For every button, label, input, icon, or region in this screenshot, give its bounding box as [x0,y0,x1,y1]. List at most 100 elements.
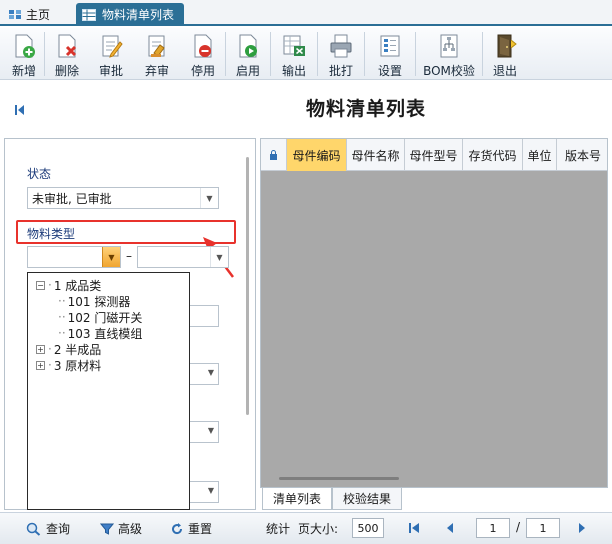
tree-node-label: 1 成品类 [53,278,102,293]
tab-home[interactable]: 主页 [8,4,50,24]
tree-connector: ·· [58,310,66,324]
reset-icon [172,522,183,534]
column-header-version[interactable]: 版本号 [557,139,607,171]
material-type-from-select[interactable]: ▼ [27,246,121,268]
previous-page-icon[interactable] [444,522,456,534]
column-header-parent-model[interactable]: 母件型号 [405,139,463,171]
tree-connector: ·· [58,326,66,340]
batch-print-button-label: 批打 [328,64,353,78]
chevron-down-icon[interactable]: ▼ [208,486,214,495]
bom-grid: 母件编码 母件名称 母件型号 存货代码 单位 版本号 [260,138,608,488]
advanced-button[interactable]: 高级 [100,520,142,537]
tree-node-102[interactable]: ·· 102 门磁开关 [58,309,142,325]
unapprove-button[interactable]: 弃审 [133,28,181,80]
stats-label: 统计 [266,522,291,536]
chevron-down-icon[interactable]: ▼ [208,368,214,377]
bom-check-icon [440,34,458,58]
current-page-input[interactable]: 1 [476,518,510,538]
expand-icon[interactable]: + [36,360,45,370]
tree-node-103[interactable]: ·· 103 直线模组 [58,325,142,341]
column-header-unit[interactable]: 单位 [523,139,557,171]
tree-connector: · [48,342,52,356]
tree-node-label: 103 直线模组 [67,326,143,341]
add-doc-icon [15,34,35,58]
next-page-icon[interactable] [576,522,588,534]
approve-icon [102,35,123,58]
delete-button[interactable]: 删除 [45,28,89,80]
tree-node-label: 2 半成品 [53,342,102,357]
settings-button[interactable]: 设置 [365,28,415,80]
filter-panel: 状态 未审批, 已审批 ▼ 物料类型 ▼ – ▼ ▼ ▼ ▼ − · 1 成品类… [4,138,256,510]
reset-button[interactable]: 重置 [170,520,212,537]
advanced-button-label: 高级 [118,522,143,536]
lock-column-header[interactable] [261,139,287,171]
page-size-input[interactable]: 500 [352,518,384,538]
total-pages-field: 1 [526,518,560,538]
column-header-inventory-code[interactable]: 存货代码 [463,139,523,171]
batch-print-button[interactable]: 批打 [318,28,364,80]
subtab-check-results[interactable]: 校验结果 [332,488,403,510]
chevron-down-icon[interactable]: ▼ [102,247,120,267]
grid-horizontal-scrollbar[interactable] [279,477,399,480]
disable-button-label: 停用 [190,64,215,78]
tree-connector: ·· [58,294,66,308]
status-select[interactable]: 未审批, 已审批 ▼ [27,187,219,209]
page-separator: / [516,520,521,534]
home-icon [9,10,21,19]
hidden-field[interactable] [185,305,219,327]
exit-icon [497,34,517,58]
tab-bar: 主页 物料清单列表 [0,0,612,26]
tree-node-101[interactable]: ·· 101 探测器 [58,293,130,309]
subtab-list[interactable]: 清单列表 [262,488,333,510]
grid-icon [82,8,96,21]
first-page-icon[interactable] [408,522,420,534]
add-button[interactable]: 新增 [4,28,44,80]
disable-button[interactable]: 停用 [181,28,225,80]
page-title: 物料清单列表 [305,98,426,120]
chevron-down-icon[interactable]: ▼ [208,426,214,435]
range-separator: – [126,249,132,263]
hidden-select[interactable]: ▼ [185,421,219,443]
unapprove-icon [148,35,165,57]
tab-home-label: 主页 [26,7,51,22]
query-button-label: 查询 [46,522,71,536]
title-row: 物料清单列表 [0,82,612,134]
toolbar: 新增 删除 审批 弃审 停用 启用 输出 批打 设置 BOM校验 退出 [0,28,612,80]
tree-node-label: 102 门磁开关 [67,310,143,325]
delete-doc-icon [58,34,77,58]
bom-check-button-label: BOM校验 [423,64,475,78]
tab-material-list[interactable]: 物料清单列表 [76,3,185,26]
search-icon [26,522,41,536]
query-button[interactable]: 查询 [26,520,70,537]
status-label: 状态 [27,167,52,181]
tree-node-label: 101 探测器 [67,294,131,309]
bom-check-button[interactable]: BOM校验 [416,28,482,80]
page-size-label: 页大小: [298,522,339,536]
column-header-parent-code[interactable]: 母件编码 [287,139,347,171]
exit-button-label: 退出 [492,64,517,78]
material-type-to-select[interactable]: ▼ [137,246,229,268]
enable-button[interactable]: 启用 [226,28,270,80]
grid-header: 母件编码 母件名称 母件型号 存货代码 单位 版本号 [261,139,607,171]
export-button[interactable]: 输出 [271,28,317,80]
approve-button-label: 审批 [98,64,123,78]
tree-node-3[interactable]: + · 3 原材料 [36,357,101,373]
tree-node-2[interactable]: + · 2 半成品 [36,341,101,357]
enable-icon [239,34,257,58]
approve-button[interactable]: 审批 [89,28,133,80]
material-type-tree-dropdown: − · 1 成品类 ·· 101 探测器 ·· 102 门磁开关 ·· 103 … [27,272,190,510]
unapprove-button-label: 弃审 [144,64,169,78]
expand-icon[interactable]: + [36,344,45,354]
chevron-down-icon[interactable]: ▼ [210,247,228,267]
hidden-select[interactable]: ▼ [185,363,219,385]
collapse-icon[interactable]: − [36,280,45,290]
panel-scrollbar[interactable] [246,157,249,415]
chevron-down-icon[interactable]: ▼ [200,188,218,208]
tree-node-1[interactable]: − · 1 成品类 [36,277,101,293]
print-icon [330,34,352,58]
reset-button-label: 重置 [188,522,213,536]
column-header-parent-name[interactable]: 母件名称 [347,139,405,171]
exit-button[interactable]: 退出 [483,28,527,80]
bottom-bar: 查询 高级 重置 统计 页大小: 500 1 / 1 [0,512,612,544]
hidden-select[interactable]: ▼ [185,481,219,503]
